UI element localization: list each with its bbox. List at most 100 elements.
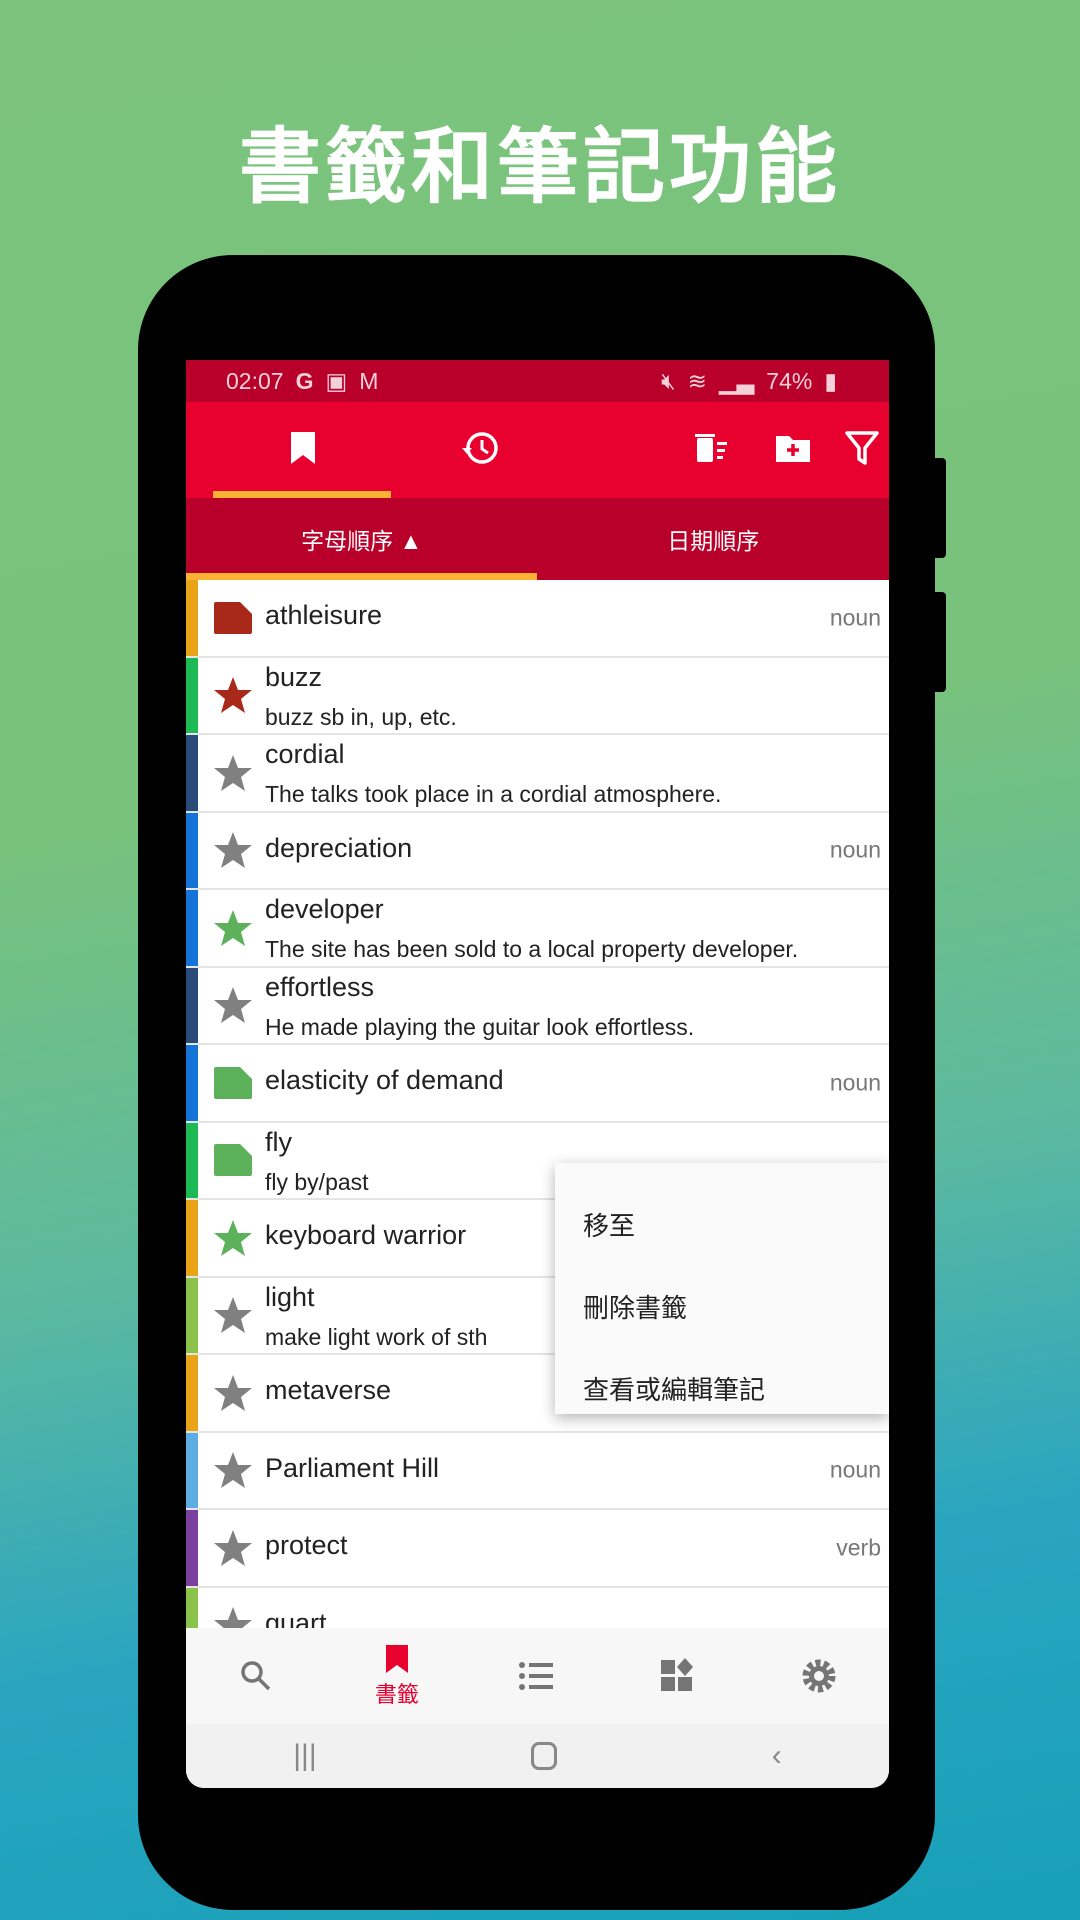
menu-item-delete-bookmark[interactable]: 刪除書籤	[555, 1265, 889, 1347]
folder-color-bar	[186, 580, 198, 656]
star-icon[interactable]	[213, 830, 253, 870]
folder-color-bar	[186, 1432, 198, 1508]
folder-color-bar	[186, 1277, 198, 1353]
folder-color-bar	[186, 657, 198, 733]
entry-word: metaverse	[265, 1375, 392, 1405]
list-item[interactable]: cordial The talks took place in a cordial…	[186, 735, 889, 813]
part-of-speech: noun	[829, 836, 881, 863]
note-icon[interactable]	[213, 1140, 253, 1180]
app-screen: 02:07 G ▣ M 🔇︎ ≋ ▁▃ 74% ▮ 字母順序 ▲ 日期順序 at…	[186, 360, 889, 1788]
list-item[interactable]: effortless He made playing the guitar loo…	[186, 967, 889, 1045]
bottom-nav: 書籤	[186, 1628, 889, 1724]
bookmark-tab-icon[interactable]	[289, 430, 317, 466]
list-item[interactable]: Parliament Hill noun	[186, 1432, 889, 1510]
sort-tab-indicator	[186, 573, 537, 580]
list-icon	[519, 1662, 554, 1690]
star-icon[interactable]	[213, 908, 253, 948]
system-nav-bar: ||| ‹	[186, 1724, 889, 1788]
status-time: 02:07	[226, 367, 284, 394]
part-of-speech: noun	[829, 604, 881, 631]
star-icon[interactable]	[213, 1218, 253, 1258]
entry-word: protect	[265, 1530, 348, 1560]
entry-word: effortless	[265, 971, 375, 1002]
gear-icon	[802, 1659, 836, 1693]
star-icon[interactable]	[213, 1528, 253, 1568]
list-item[interactable]: athleisure noun	[186, 580, 889, 658]
folder-color-bar	[186, 1045, 198, 1121]
tab-date[interactable]: 日期順序	[538, 498, 890, 580]
nav-widgets[interactable]	[608, 1628, 749, 1724]
home-icon[interactable]	[531, 1742, 558, 1770]
list-item[interactable]: developer The site has been sold to a loc…	[186, 890, 889, 968]
nav-bookmarks[interactable]: 書籤	[327, 1628, 468, 1724]
signal-icon: ▁▃	[718, 367, 755, 394]
entry-word: cordial	[265, 739, 345, 769]
entry-note: The site has been sold to a local proper…	[265, 936, 799, 962]
sort-tabs: 字母順序 ▲ 日期順序	[186, 498, 889, 580]
new-folder-icon[interactable]	[775, 430, 811, 466]
entry-word: keyboard warrior	[265, 1220, 467, 1250]
entry-note: The talks took place in a cordial atmosp…	[265, 781, 722, 807]
folder-color-bar	[186, 812, 198, 888]
list-item[interactable]: depreciation noun	[186, 812, 889, 890]
context-menu: 移至 刪除書籤 查看或編輯筆記	[555, 1163, 889, 1414]
bookmark-icon	[385, 1645, 408, 1673]
headline: 書籤和筆記功能	[238, 120, 841, 215]
power-button	[932, 592, 946, 692]
delete-list-icon[interactable]	[694, 430, 730, 466]
google-icon: G	[295, 367, 314, 394]
entry-word: buzz	[265, 661, 323, 692]
recents-icon[interactable]: |||	[293, 1739, 316, 1773]
star-icon[interactable]	[213, 985, 253, 1025]
folder-color-bar	[186, 735, 198, 811]
tab-indicator	[213, 491, 391, 498]
history-tab-icon[interactable]	[460, 430, 500, 466]
entry-word: elasticity of demand	[265, 1065, 504, 1095]
search-icon	[241, 1661, 271, 1691]
folder-color-bar	[186, 967, 198, 1043]
part-of-speech: noun	[829, 1069, 881, 1096]
filter-icon[interactable]	[845, 430, 879, 466]
list-item[interactable]: buzz buzz sb in, up, etc.	[186, 657, 889, 735]
toolbar	[186, 402, 889, 498]
part-of-speech: verb	[836, 1534, 881, 1561]
menu-item-move-to[interactable]: 移至	[555, 1183, 889, 1265]
wifi-icon: ≋	[687, 367, 707, 394]
star-icon[interactable]	[213, 753, 253, 793]
menu-item-view-edit-note[interactable]: 查看或編輯筆記	[555, 1347, 889, 1429]
folder-color-bar	[186, 1122, 198, 1198]
folder-color-bar	[186, 1510, 198, 1586]
nav-list[interactable]	[467, 1628, 608, 1724]
star-icon[interactable]	[213, 1373, 253, 1413]
note-icon[interactable]	[213, 1063, 253, 1103]
note-icon[interactable]	[213, 598, 253, 638]
entry-word: Parliament Hill	[265, 1452, 440, 1483]
nav-settings[interactable]	[748, 1628, 889, 1724]
tab-alphabetical[interactable]: 字母順序 ▲	[186, 498, 538, 580]
entry-word: athleisure	[265, 600, 383, 630]
entry-word: light	[265, 1281, 315, 1312]
entry-word: fly	[265, 1126, 292, 1157]
list-item[interactable]: protect verb	[186, 1510, 889, 1588]
entry-note: fly by/past	[265, 1168, 369, 1195]
star-icon[interactable]	[213, 1295, 253, 1335]
part-of-speech: noun	[829, 1456, 881, 1483]
battery-icon: ▮	[824, 367, 837, 394]
status-bar: 02:07 G ▣ M 🔇︎ ≋ ▁▃ 74% ▮	[186, 360, 889, 402]
star-icon[interactable]	[213, 1450, 253, 1490]
folder-color-bar	[186, 890, 198, 966]
widgets-icon	[661, 1658, 694, 1691]
volume-button	[932, 458, 946, 558]
star-icon[interactable]	[213, 675, 253, 715]
list-item[interactable]: elasticity of demand noun	[186, 1045, 889, 1123]
mute-icon: 🔇︎	[661, 367, 676, 394]
gallery-icon: ▣	[325, 367, 348, 394]
nav-search[interactable]	[186, 1628, 327, 1724]
entry-note: make light work of sth	[265, 1323, 488, 1350]
entry-note: buzz sb in, up, etc.	[265, 703, 457, 730]
bookmark-list: athleisure noun buzz buzz sb in, up, etc. co…	[186, 580, 889, 1665]
gmail-icon: M	[359, 367, 379, 394]
back-icon[interactable]: ‹	[772, 1739, 782, 1773]
entry-word: developer	[265, 894, 384, 924]
battery-level: 74%	[766, 367, 813, 394]
